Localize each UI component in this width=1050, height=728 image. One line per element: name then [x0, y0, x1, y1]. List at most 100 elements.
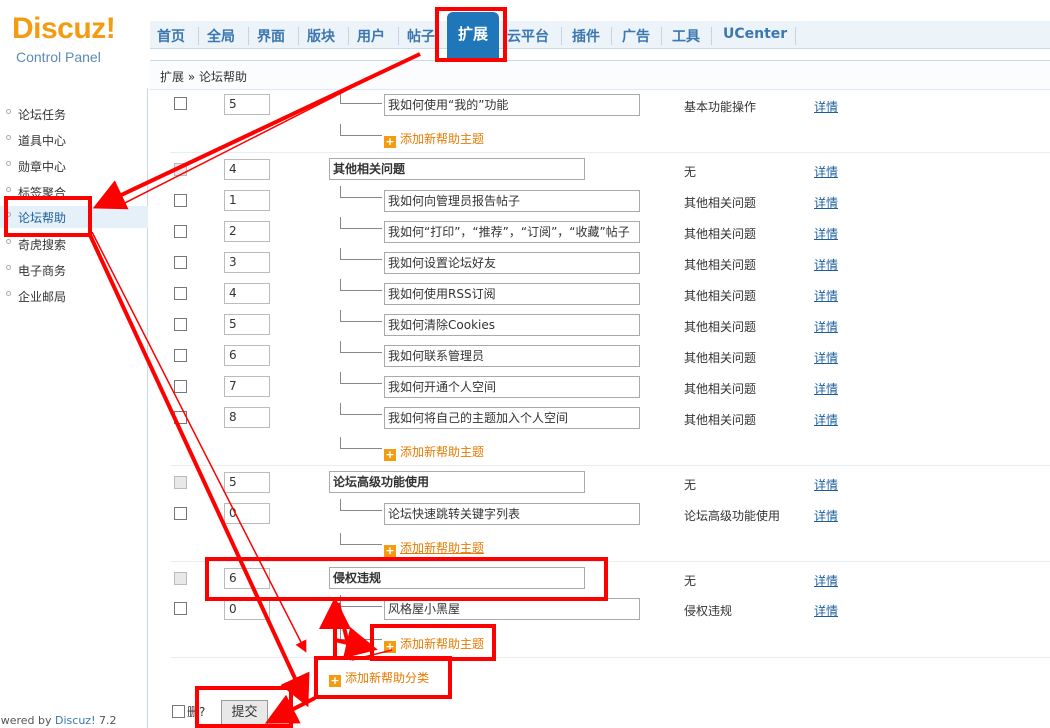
sidebar: 论坛任务 道具中心 勋章中心 标签聚合 论坛帮助 奇虎搜索 电子商务 企业邮局	[0, 88, 148, 728]
tree-connector	[340, 124, 382, 136]
topic-title-input[interactable]: 我如何将自己的主题加入个人空间	[384, 407, 640, 429]
nav-posts[interactable]: 帖子	[407, 26, 435, 46]
row-checkbox[interactable]	[174, 507, 187, 520]
add-topic-link[interactable]: + 添加新帮助主题	[384, 130, 484, 148]
topic-title-input[interactable]: 我如何向管理员报告帖子	[384, 190, 640, 212]
detail-link[interactable]: 详情	[814, 256, 838, 273]
tree-connector	[340, 437, 382, 449]
detail-link[interactable]: 详情	[814, 572, 838, 589]
detail-link[interactable]: 详情	[814, 318, 838, 335]
order-input[interactable]: 5	[224, 314, 270, 335]
detail-link[interactable]: 详情	[814, 602, 838, 619]
tree-connector	[340, 499, 382, 511]
order-input[interactable]: 5	[224, 472, 270, 493]
sidebar-item-ecommerce[interactable]: 电子商务	[0, 259, 148, 281]
order-input[interactable]: 5	[224, 94, 270, 115]
category-checkbox	[174, 572, 187, 585]
topic-title-input[interactable]: 我如何清除Cookies	[384, 314, 640, 336]
order-input[interactable]: 0	[224, 503, 270, 524]
delete-checkbox[interactable]	[172, 705, 185, 718]
add-topic-link[interactable]: + 添加新帮助主题	[384, 443, 484, 461]
sidebar-item-mail[interactable]: 企业邮局	[0, 285, 148, 307]
category-name-input[interactable]: 其他相关问题	[329, 158, 585, 180]
order-input[interactable]: 7	[224, 376, 270, 397]
nav-plugins[interactable]: 插件	[572, 26, 600, 46]
row-checkbox[interactable]	[174, 256, 187, 269]
order-input[interactable]: 8	[224, 407, 270, 428]
annotation-box-submit	[195, 686, 293, 728]
detail-link[interactable]: 详情	[814, 349, 838, 366]
nav-users[interactable]: 用户	[357, 26, 385, 46]
tree-connector	[340, 310, 382, 322]
row-checkbox[interactable]	[174, 97, 187, 110]
topic-type: 其他相关问题	[684, 289, 757, 303]
topic-title-input[interactable]: 风格屋小黑屋	[384, 598, 640, 620]
add-topic-link[interactable]: + 添加新帮助主题	[384, 539, 484, 557]
powered-by: owered by Discuz! 7.2	[0, 714, 117, 727]
detail-link[interactable]: 详情	[814, 163, 838, 180]
annotation-box-forum-help	[4, 196, 92, 237]
logo-brand: Discuz!	[12, 12, 116, 45]
annotation-arrow	[334, 627, 378, 659]
order-input[interactable]: 4	[224, 159, 270, 180]
detail-link[interactable]: 详情	[814, 507, 838, 524]
sidebar-item-medals[interactable]: 勋章中心	[0, 155, 148, 177]
nav-global[interactable]: 全局	[207, 26, 235, 46]
topic-type: 其他相关问题	[684, 258, 757, 272]
detail-link[interactable]: 详情	[814, 194, 838, 211]
topic-title-input[interactable]: 我如何联系管理员	[384, 345, 640, 367]
category-type: 无	[684, 478, 697, 492]
plus-icon: +	[384, 544, 396, 557]
topic-title-input[interactable]: 我如何设置论坛好友	[384, 252, 640, 274]
topic-type: 侵权违规	[684, 604, 733, 618]
row-checkbox[interactable]	[174, 318, 187, 331]
order-input[interactable]: 1	[224, 190, 270, 211]
tree-connector	[340, 279, 382, 291]
nav-cloud[interactable]: 云平台	[507, 26, 549, 46]
order-input[interactable]: 6	[224, 345, 270, 366]
detail-link[interactable]: 详情	[814, 287, 838, 304]
nav-interface[interactable]: 界面	[257, 26, 285, 46]
row-checkbox[interactable]	[174, 287, 187, 300]
tree-connector	[340, 372, 382, 384]
row-checkbox[interactable]	[174, 602, 187, 615]
detail-link[interactable]: 详情	[814, 225, 838, 242]
nav-ucenter[interactable]: UCenter	[723, 26, 787, 46]
topic-type: 其他相关问题	[684, 196, 757, 210]
order-input[interactable]: 4	[224, 283, 270, 304]
row-checkbox[interactable]	[174, 349, 187, 362]
detail-link[interactable]: 详情	[814, 476, 838, 493]
topic-title-input[interactable]: 我如何使用RSS订阅	[384, 283, 640, 305]
topic-title-input[interactable]: 论坛快速跳转关键字列表	[384, 503, 640, 525]
bullet-icon	[6, 239, 11, 244]
topic-type: 其他相关问题	[684, 320, 757, 334]
sidebar-item-tasks[interactable]: 论坛任务	[0, 103, 148, 125]
nav-forums[interactable]: 版块	[307, 26, 335, 46]
topic-title-input[interactable]: 我如何使用“我的”功能	[384, 94, 640, 116]
tree-connector	[340, 186, 382, 198]
plus-icon: +	[384, 135, 396, 148]
nav-home[interactable]: 首页	[157, 26, 185, 46]
row-checkbox[interactable]	[174, 225, 187, 238]
detail-link[interactable]: 详情	[814, 411, 838, 428]
order-input[interactable]: 0	[224, 599, 270, 620]
topic-type: 其他相关问题	[684, 351, 757, 365]
order-input[interactable]: 2	[224, 221, 270, 242]
topic-title-input[interactable]: 我如何“打印”，“推荐”，“订阅”，“收藏”帖子	[384, 221, 640, 243]
row-checkbox[interactable]	[174, 411, 187, 424]
topic-type: 其他相关问题	[684, 227, 757, 241]
plus-icon: +	[384, 448, 396, 461]
sidebar-item-magic[interactable]: 道具中心	[0, 129, 148, 151]
tree-connector	[340, 403, 382, 415]
row-checkbox[interactable]	[174, 194, 187, 207]
nav-tools[interactable]: 工具	[672, 26, 700, 46]
detail-link[interactable]: 详情	[814, 380, 838, 397]
bullet-icon	[6, 161, 11, 166]
topic-title-input[interactable]: 我如何开通个人空间	[384, 376, 640, 398]
row-checkbox[interactable]	[174, 380, 187, 393]
detail-link[interactable]: 详情	[814, 98, 838, 115]
order-input[interactable]: 3	[224, 252, 270, 273]
nav-ads[interactable]: 广告	[622, 26, 650, 46]
annotation-box-add-category	[314, 656, 452, 699]
category-name-input[interactable]: 论坛高级功能使用	[329, 471, 585, 493]
